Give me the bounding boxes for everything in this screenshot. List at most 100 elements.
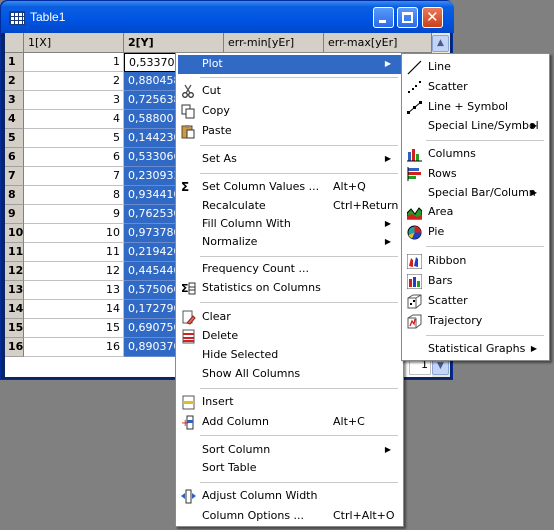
row-header[interactable]: 11 (5, 243, 24, 262)
table-cell-x[interactable]: 10 (24, 224, 124, 243)
table-cell-x[interactable]: 15 (24, 319, 124, 338)
table-cell-y[interactable]: 0,725638 (124, 91, 176, 110)
row-header[interactable]: 4 (5, 110, 24, 129)
table-cell-x[interactable]: 2 (24, 72, 124, 91)
menu-item-hide-selected[interactable]: Hide Selected (178, 346, 401, 365)
table-cell-x[interactable]: 7 (24, 167, 124, 186)
table-cell-y[interactable]: 0,973780 (124, 224, 176, 243)
column-header-err-min[interactable]: err-min[yEr] (224, 33, 324, 53)
table-cell-y[interactable]: 0,230933 (124, 167, 176, 186)
column-header-y[interactable]: 2[Y] (124, 33, 224, 53)
table-cell-y[interactable]: 0,880458 (124, 72, 176, 91)
menu-item-copy[interactable]: Copy (178, 102, 401, 121)
menu-item-add-column[interactable]: + Add Column Alt+C (178, 413, 401, 432)
table-cell-y[interactable]: 0,690750 (124, 319, 176, 338)
submenu-item-ribbon[interactable]: Ribbon (404, 252, 547, 271)
row-header[interactable]: 10 (5, 224, 24, 243)
table-cell-x[interactable]: 11 (24, 243, 124, 262)
menu-item-set-as[interactable]: Set As ▶ (178, 150, 401, 169)
row-header[interactable]: 6 (5, 148, 24, 167)
table-cell-x[interactable]: 3 (24, 91, 124, 110)
table-cell-y[interactable]: 0,144230 (124, 129, 176, 148)
menu-item-set-column-values[interactable]: Σ Set Column Values ... Alt+Q (178, 178, 401, 197)
menu-item-delete[interactable]: Delete (178, 327, 401, 346)
submenu-item-area[interactable]: Area (404, 203, 547, 222)
menu-separator (200, 388, 398, 389)
submenu-item-columns[interactable]: Columns (404, 145, 547, 164)
shortcut-ctrl-return: Ctrl+Return (333, 199, 399, 212)
row-header[interactable]: 15 (5, 319, 24, 338)
menu-item-normalize[interactable]: Normalize ▶ (178, 233, 401, 252)
row-header[interactable]: 9 (5, 205, 24, 224)
table-cell-x[interactable]: 1 (24, 53, 124, 72)
menu-item-column-options[interactable]: Column Options ... Ctrl+Alt+O (178, 507, 401, 526)
table-cell-y[interactable]: 0,934410 (124, 186, 176, 205)
table-cell-x[interactable]: 12 (24, 262, 124, 281)
submenu-item-special-bar-column[interactable]: Special Bar/Column ▶ (404, 184, 547, 203)
table-cell-y[interactable]: 0,219420 (124, 243, 176, 262)
scroll-up-button[interactable]: ▲ (432, 35, 449, 52)
table-cell-y[interactable]: 0,890370 (124, 338, 176, 357)
active-cell-y[interactable]: 0,533707 (124, 53, 176, 72)
submenu-item-bars[interactable]: Bars (404, 272, 547, 291)
table-cell-y[interactable]: 0,762530 (124, 205, 176, 224)
table-cell-x[interactable]: 8 (24, 186, 124, 205)
menu-item-recalculate[interactable]: Recalculate Ctrl+Return (178, 197, 401, 216)
menu-item-clear[interactable]: Clear (178, 308, 401, 327)
row-header[interactable]: 3 (5, 91, 24, 110)
table-cell-x[interactable]: 14 (24, 300, 124, 319)
row-header[interactable]: 13 (5, 281, 24, 300)
corner-header[interactable] (5, 33, 24, 53)
menu-item-fill-column-with[interactable]: Fill Column With ▶ (178, 215, 401, 234)
table-cell-x[interactable]: 16 (24, 338, 124, 357)
submenu-label-line: Line (428, 60, 451, 73)
table-cell-y[interactable]: 0,445440 (124, 262, 176, 281)
row-header[interactable]: 7 (5, 167, 24, 186)
table-cell-y[interactable]: 0,575060 (124, 281, 176, 300)
row-header[interactable]: 14 (5, 300, 24, 319)
row-header[interactable]: 12 (5, 262, 24, 281)
row-header[interactable]: 8 (5, 186, 24, 205)
menu-item-statistics-on-columns[interactable]: Σ Statistics on Columns (178, 279, 401, 298)
close-button[interactable]: ✕ (422, 7, 443, 28)
table-cell-y[interactable]: 0,58800 (124, 110, 176, 129)
table-cell-x[interactable]: 9 (24, 205, 124, 224)
table-cell-y[interactable]: 0,533066 (124, 148, 176, 167)
title-bar[interactable]: Table1 ✕ (1, 1, 454, 33)
table-cell-x[interactable]: 4 (24, 110, 124, 129)
menu-item-cut[interactable]: Cut (178, 82, 401, 101)
table-cell-x[interactable]: 6 (24, 148, 124, 167)
row-header[interactable]: 2 (5, 72, 24, 91)
submenu-item-scatter-3d[interactable]: Scatter (404, 292, 547, 311)
row-header[interactable]: 16 (5, 338, 24, 357)
submenu-item-special-line-symbol[interactable]: Special Line/Symbol ▶ (404, 117, 547, 136)
maximize-button[interactable] (397, 7, 418, 28)
column-header-x[interactable]: 1[X] (24, 33, 124, 53)
line-symbol-plot-icon (407, 101, 422, 114)
menu-item-paste[interactable]: Paste (178, 122, 401, 141)
submenu-item-scatter[interactable]: Scatter (404, 78, 547, 97)
table-cell-x[interactable]: 13 (24, 281, 124, 300)
submenu-item-statistical-graphs[interactable]: Statistical Graphs ▶ (404, 340, 547, 359)
minimize-button[interactable] (373, 7, 394, 28)
menu-item-frequency-count[interactable]: Frequency Count ... (178, 260, 401, 279)
submenu-item-trajectory[interactable]: Trajectory (404, 312, 547, 331)
menu-item-adjust-column-width[interactable]: Adjust Column Width (178, 487, 401, 506)
column-header-err-max[interactable]: err-max[yEr] (324, 33, 432, 53)
menu-item-plot[interactable]: Plot ▶ (178, 55, 401, 74)
menu-item-show-all-columns[interactable]: Show All Columns (178, 365, 401, 384)
table-cell-y[interactable]: 0,172790 (124, 300, 176, 319)
menu-item-insert[interactable]: Insert (178, 393, 401, 412)
submenu-item-rows[interactable]: Rows (404, 165, 547, 184)
menu-item-sort-column[interactable]: Sort Column ▶ (178, 441, 401, 460)
menu-item-sort-table[interactable]: Sort Table (178, 459, 401, 478)
submenu-item-line-symbol[interactable]: Line + Symbol (404, 98, 547, 117)
table-cell-x[interactable]: 5 (24, 129, 124, 148)
row-header[interactable]: 1 (5, 53, 24, 72)
ribbon-3d-icon (407, 254, 422, 269)
submenu-arrow-icon: ▶ (384, 59, 391, 68)
row-header[interactable]: 5 (5, 129, 24, 148)
submenu-label-pie: Pie (428, 225, 445, 238)
submenu-item-pie[interactable]: Pie (404, 223, 547, 242)
submenu-item-line[interactable]: Line (404, 58, 547, 77)
